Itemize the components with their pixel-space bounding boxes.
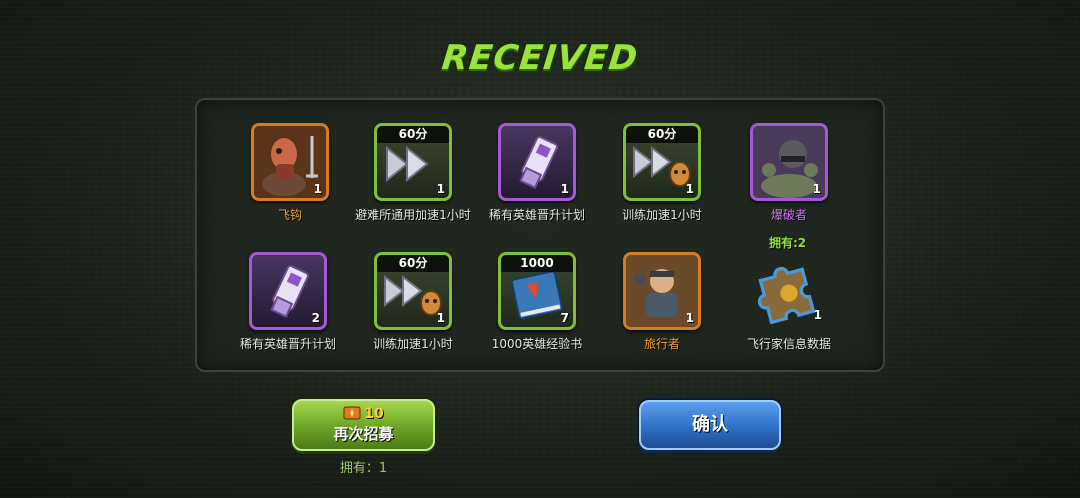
reward-tile: 1	[750, 123, 828, 201]
item-count: 1	[685, 182, 694, 196]
reward-tile: 1	[750, 252, 828, 330]
reward-item-grappling-hook[interactable]: 1 飞钩	[220, 123, 360, 223]
reward-tile: 1	[251, 123, 329, 201]
item-name: 稀有英雄晋升计划	[488, 208, 585, 222]
reward-item-demolisher[interactable]: 1 爆破者	[719, 123, 859, 223]
item-name: 爆破者	[770, 208, 807, 222]
item-name: 1000英雄经验书	[491, 337, 583, 351]
item-count: 7	[560, 311, 569, 325]
recruit-again-button[interactable]: 10 再次招募	[292, 399, 435, 451]
received-title: RECEIVED	[439, 38, 641, 78]
recruit-cost: 10	[294, 406, 433, 422]
reward-tile: 60分 1	[374, 252, 452, 330]
reward-item-traveler[interactable]: 1 旅行者	[592, 252, 732, 352]
item-name: 飞行家信息数据	[746, 337, 831, 351]
item-count: 1	[685, 311, 694, 325]
reward-tile: 2	[249, 252, 327, 330]
reward-item-aviator-data[interactable]: 1 飞行家信息数据	[719, 252, 859, 352]
recruit-owned-count: 拥有：1	[339, 461, 388, 476]
item-name: 稀有英雄晋升计划	[239, 337, 336, 351]
recruit-cost-value: 10	[364, 406, 384, 422]
duration-tag: 60分	[377, 255, 449, 272]
confirm-button[interactable]: 确认	[639, 400, 781, 450]
item-count: 1	[812, 182, 821, 196]
reward-item-exp-book[interactable]: 1000 7 1000英雄经验书	[467, 252, 607, 352]
duration-tag: 60分	[626, 126, 698, 143]
item-count: 1	[436, 311, 445, 325]
reward-item-shelter-speedup[interactable]: 60分 1 避难所通用加速1小时	[343, 123, 483, 223]
amount-tag: 1000	[501, 255, 573, 272]
item-name: 训练加速1小时	[622, 208, 702, 222]
duration-tag: 60分	[377, 126, 449, 143]
item-count: 1	[813, 308, 822, 322]
recruit-label: 再次招募	[333, 425, 394, 443]
reward-item-training-speedup-2[interactable]: 60分 1 训练加速1小时	[343, 252, 483, 352]
item-name: 避难所通用加速1小时	[355, 208, 471, 222]
recruit-card-icon	[343, 406, 361, 420]
item-count: 1	[313, 182, 322, 196]
reward-item-rare-promotion-plan-2[interactable]: 2 稀有英雄晋升计划	[218, 252, 358, 352]
reward-tile: 1	[623, 252, 701, 330]
item-name: 飞钩	[277, 208, 302, 222]
demolisher-owned-count: 拥有:2	[769, 236, 807, 250]
reward-item-rare-promotion-plan[interactable]: 1 稀有英雄晋升计划	[467, 123, 607, 223]
reward-tile: 1000 7	[498, 252, 576, 330]
reward-tile: 60分 1	[623, 123, 701, 201]
item-count: 1	[436, 182, 445, 196]
item-name: 训练加速1小时	[373, 337, 453, 351]
item-count: 2	[311, 311, 320, 325]
reward-tile: 1	[498, 123, 576, 201]
reward-item-training-speedup[interactable]: 60分 1 训练加速1小时	[592, 123, 732, 223]
item-count: 1	[560, 182, 569, 196]
reward-tile: 60分 1	[374, 123, 452, 201]
item-name: 旅行者	[643, 337, 680, 351]
